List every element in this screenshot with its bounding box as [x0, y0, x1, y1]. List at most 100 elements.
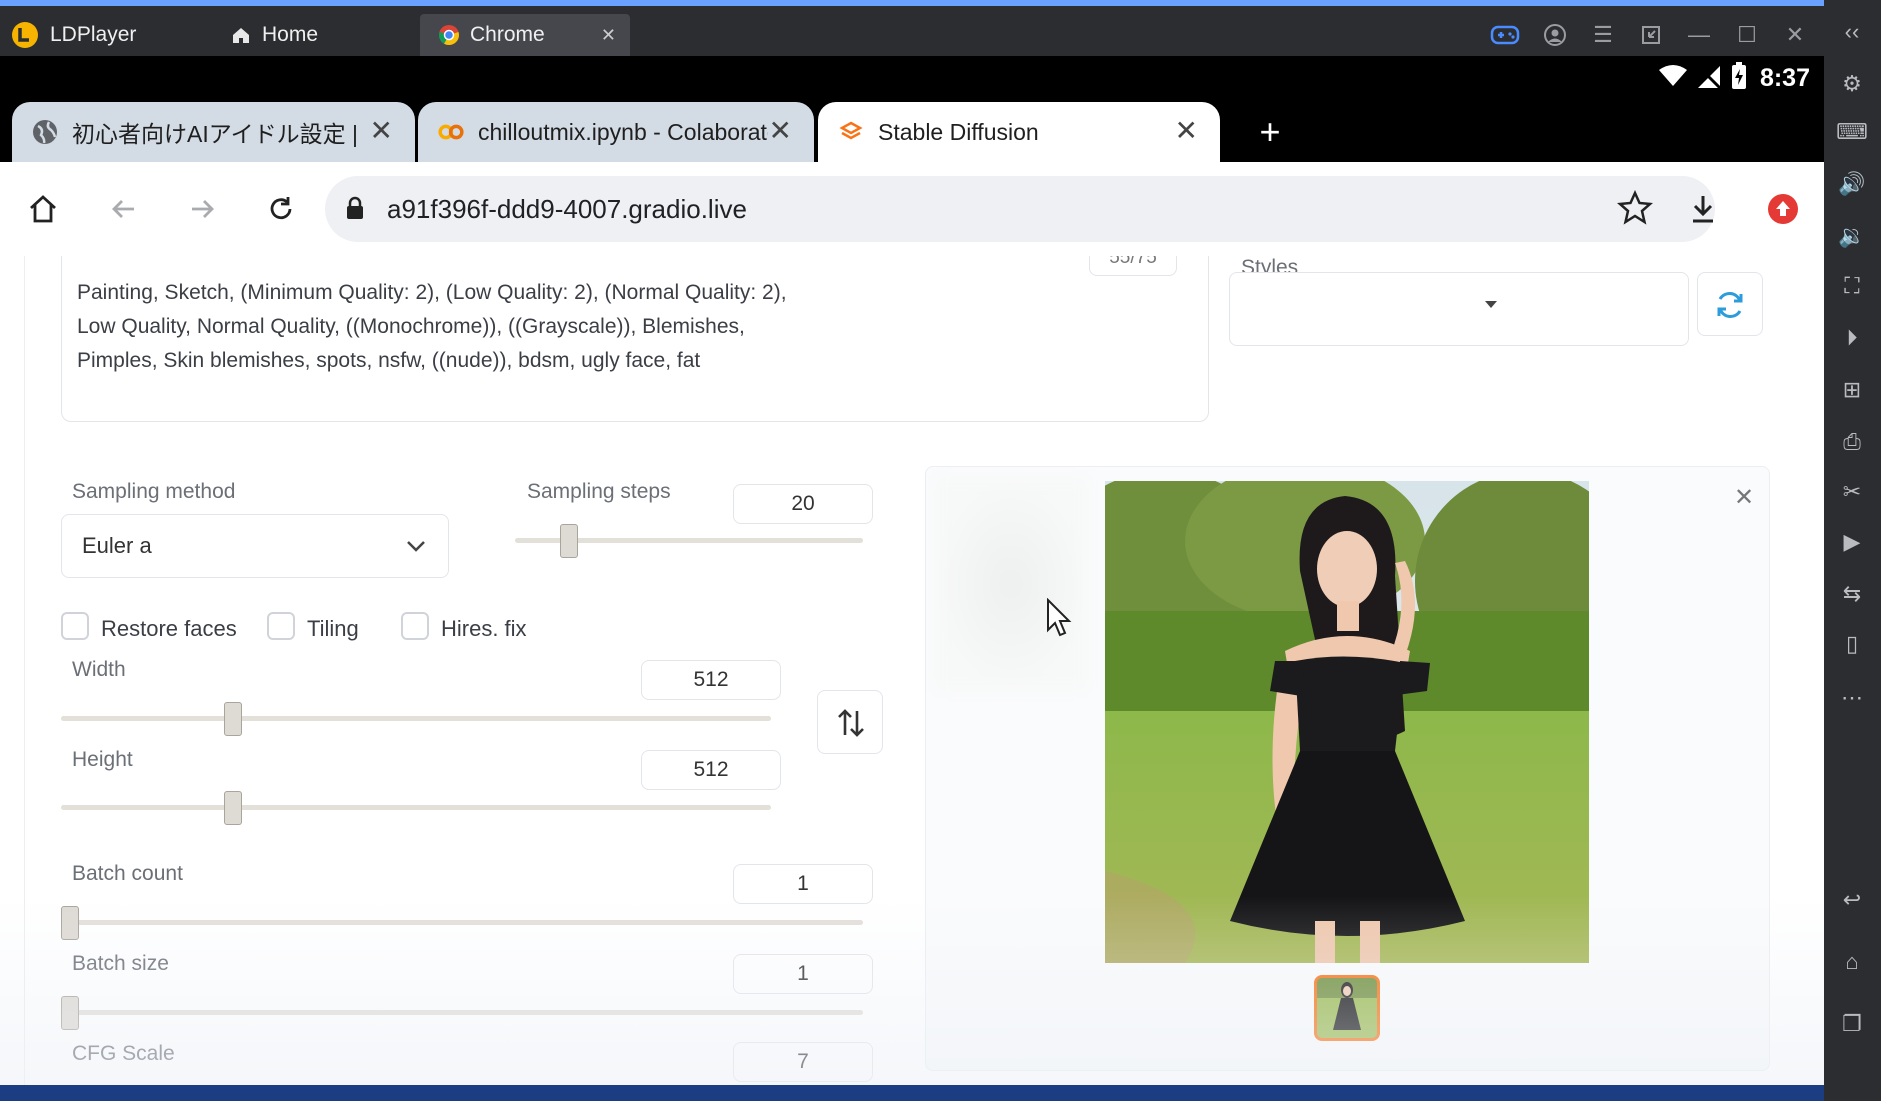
batch-size-input[interactable]: 1	[733, 954, 873, 994]
refresh-styles-button[interactable]	[1697, 272, 1763, 336]
gallery-blur-overlay	[936, 479, 1086, 689]
emulator-app-tab[interactable]: LDPlayer	[10, 14, 136, 56]
browser-tab-2[interactable]: chilloutmix.ipynb - Colaboratory ✕	[418, 102, 814, 162]
update-badge-icon[interactable]	[1760, 186, 1806, 232]
negative-prompt-line-2: Low Quality, Normal Quality, ((Monochrom…	[77, 315, 745, 338]
emulator-app-name: LDPlayer	[50, 23, 137, 46]
keyboard-icon[interactable]: ⌨	[1834, 114, 1870, 150]
home-nav-icon[interactable]: ⌂	[1834, 944, 1870, 980]
collapse-sidebar-icon[interactable]: ‹‹	[1834, 14, 1870, 50]
height-input[interactable]: 512	[641, 750, 781, 790]
browser-tab-1[interactable]: 初心者向けAIアイドル設定 | ✕	[12, 102, 415, 162]
home-icon	[230, 24, 252, 46]
width-label: Width	[72, 658, 126, 681]
resolution-icon[interactable]: ⛶	[1834, 268, 1870, 304]
webui-page: Painting, Sketch, (Minimum Quality: 2), …	[0, 256, 1824, 1085]
styles-dropdown[interactable]	[1229, 272, 1689, 346]
width-slider-thumb[interactable]	[224, 702, 243, 736]
cfg-scale-input[interactable]: 7	[733, 1042, 873, 1082]
batch-size-slider-thumb[interactable]	[61, 996, 79, 1030]
gradio-icon	[838, 119, 864, 145]
close-image-icon[interactable]: ✕	[1734, 483, 1754, 512]
generated-portrait-image[interactable]	[1105, 481, 1589, 963]
volume-up-icon[interactable]: 🔊	[1834, 166, 1870, 202]
account-icon[interactable]	[1540, 20, 1570, 50]
apk-install-icon[interactable]: ⎙	[1834, 424, 1870, 460]
maximize-icon[interactable]: ☐	[1732, 20, 1762, 50]
negative-prompt-line-3: Pimples, Skin blemishes, spots, nsfw, ((…	[77, 349, 701, 372]
height-slider-thumb[interactable]	[224, 791, 243, 825]
sampling-steps-slider-thumb[interactable]	[560, 524, 579, 558]
gamepad-icon[interactable]	[1490, 20, 1520, 50]
ldplayer-logo-icon	[10, 20, 40, 50]
browser-tab-3[interactable]: Stable Diffusion ✕	[818, 102, 1220, 162]
swap-dimensions-button[interactable]	[817, 690, 883, 754]
reload-button[interactable]	[258, 186, 304, 232]
menu-icon[interactable]: ☰	[1588, 20, 1618, 50]
width-input[interactable]: 512	[641, 660, 781, 700]
close-window-icon[interactable]: ✕	[1780, 20, 1810, 50]
negative-prompt-textarea[interactable]: Painting, Sketch, (Minimum Quality: 2), …	[61, 256, 1209, 422]
sampling-steps-input[interactable]: 20	[733, 484, 873, 524]
new-tab-button[interactable]: +	[1248, 110, 1292, 154]
close-tab-icon[interactable]: ✕	[601, 25, 616, 46]
scissors-icon[interactable]: ✂	[1834, 474, 1870, 510]
close-tab-2-icon[interactable]: ✕	[769, 114, 792, 147]
batch-size-label: Batch size	[72, 952, 169, 975]
token-counter: 55/75	[1089, 256, 1177, 276]
minimize-icon[interactable]: —	[1684, 20, 1714, 50]
batch-count-input[interactable]: 1	[733, 864, 873, 904]
dropdown-caret-icon	[1484, 297, 1498, 315]
browser-tab-strip: 初心者向けAIアイドル設定 | ✕ chilloutmix.ipynb - Co…	[0, 102, 1824, 162]
back-icon[interactable]: ↩	[1834, 882, 1870, 918]
globe-icon	[32, 119, 58, 145]
android-status-bar: 8:37	[0, 56, 1824, 102]
restore-faces-checkbox[interactable]	[61, 612, 89, 640]
restore-faces-label: Restore faces	[101, 616, 237, 641]
lock-icon	[345, 196, 365, 225]
volume-down-icon[interactable]: 🔉	[1834, 218, 1870, 254]
height-slider-track[interactable]	[61, 805, 771, 810]
address-bar[interactable]: a91f396f-ddd9-4007.gradio.live	[325, 176, 1715, 242]
home-button[interactable]	[20, 186, 66, 232]
refresh-icon	[1714, 289, 1746, 326]
hires-fix-checkbox[interactable]	[401, 612, 429, 640]
width-slider-track[interactable]	[61, 716, 771, 721]
video-icon[interactable]: ▶	[1834, 524, 1870, 560]
url-text: a91f396f-ddd9-4007.gradio.live	[387, 194, 747, 224]
gallery-thumbnail[interactable]	[1314, 975, 1380, 1041]
chrome-icon	[438, 24, 460, 46]
emulator-tab-chrome-label: Chrome	[470, 23, 545, 46]
back-button[interactable]	[100, 186, 146, 232]
status-clock: 8:37	[1759, 64, 1810, 92]
close-tab-1-icon[interactable]: ✕	[370, 114, 393, 147]
settings-gear-icon[interactable]: ⚙	[1834, 66, 1870, 102]
tiling-checkbox[interactable]	[267, 612, 295, 640]
emulator-tab-home-label: Home	[262, 23, 319, 46]
batch-count-slider-track[interactable]	[61, 920, 863, 925]
emulator-tab-chrome[interactable]: Chrome ✕	[420, 14, 630, 56]
emulator-title-bar: LDPlayer Home Chrome ✕ ☰ — ☐ ✕	[0, 0, 1824, 56]
close-tab-3-icon[interactable]: ✕	[1175, 114, 1198, 147]
multi-instance-icon[interactable]: ⊞	[1834, 372, 1870, 408]
batch-size-slider-track[interactable]	[61, 1010, 863, 1015]
height-label: Height	[72, 748, 133, 771]
browser-tab-1-title: 初心者向けAIアイドル設定 |	[72, 121, 358, 147]
sync-icon[interactable]: ⇆	[1834, 576, 1870, 612]
batch-count-slider-thumb[interactable]	[61, 906, 79, 940]
download-icon[interactable]	[1680, 186, 1726, 232]
output-gallery: ✕	[925, 466, 1770, 1071]
sampling-method-select[interactable]: Euler a	[61, 514, 449, 578]
sampling-method-value: Euler a	[82, 533, 152, 558]
browser-tab-2-title: chilloutmix.ipynb - Colaboratory	[478, 118, 768, 145]
more-icon[interactable]: ⋯	[1834, 680, 1870, 716]
battery-charging-icon	[1730, 62, 1748, 95]
record-icon[interactable]: ⏵	[1834, 320, 1870, 356]
shrink-window-icon[interactable]	[1636, 20, 1666, 50]
emulator-tab-home[interactable]: Home	[230, 14, 318, 56]
cfg-scale-label: CFG Scale	[72, 1042, 175, 1065]
recent-apps-icon[interactable]: ❐	[1834, 1006, 1870, 1042]
bookmark-star-icon[interactable]	[1616, 189, 1654, 231]
shake-icon[interactable]: ▯	[1834, 626, 1870, 662]
forward-button[interactable]	[180, 186, 226, 232]
